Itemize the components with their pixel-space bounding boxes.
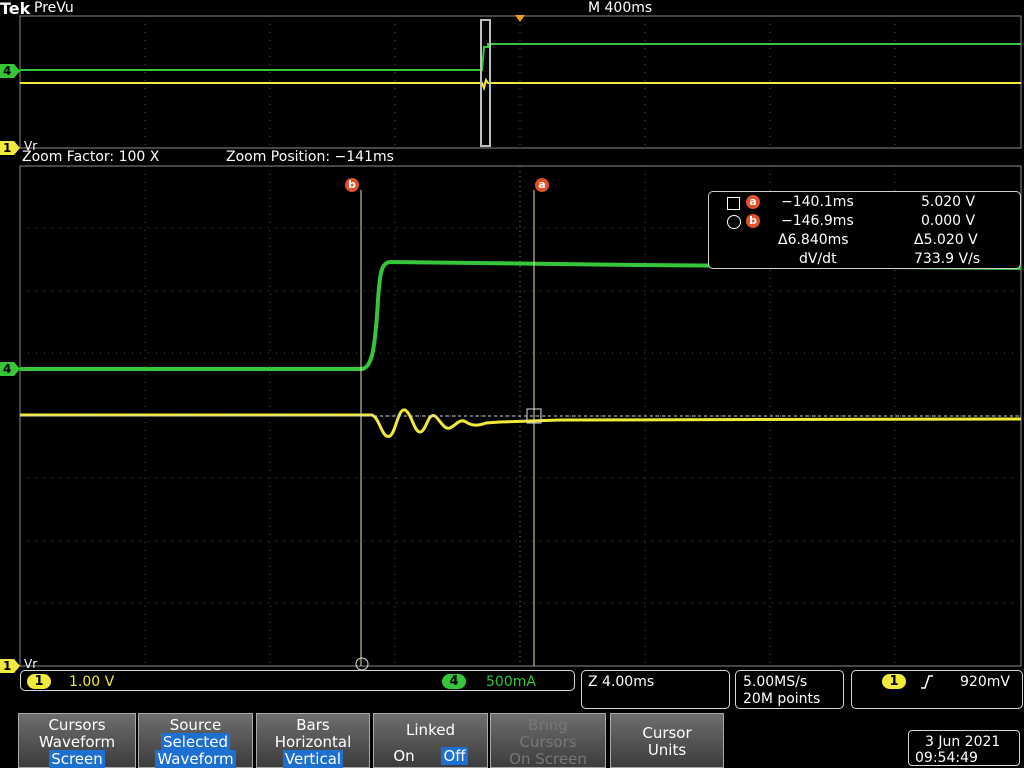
cursor-units-line2: Units (647, 741, 687, 759)
cursor-b-badge: b (746, 214, 760, 228)
scope-display (0, 15, 1022, 673)
bring-cursors-button[interactable]: Bring Cursors On Screen (490, 713, 606, 768)
linked-off-option: Off (441, 747, 468, 765)
sample-rate: 5.00MS/s (743, 674, 808, 690)
prevu-label: PreVu (34, 0, 74, 16)
trigger-level: 920mV (960, 674, 1010, 690)
cursor-b-time: −146.9ms (781, 213, 854, 229)
timebase-label: M 400ms (588, 0, 653, 16)
cursors-button-line2: Waveform (38, 733, 116, 751)
cursor-a-square-icon (727, 197, 740, 210)
ch1-overview-marker-label: 1 (3, 141, 12, 155)
cursors-button-title: Cursors (48, 716, 106, 734)
acquisition-box[interactable]: 5.00MS/s 20M points (735, 670, 844, 709)
record-length: 20M points (743, 691, 821, 707)
cursor-readout: a −140.1ms 5.020 V b −146.9ms 0.000 V Δ6… (708, 191, 1021, 269)
source-button-selected: Selected (160, 733, 231, 751)
ch4-badge: 4 (442, 674, 466, 689)
zoom-ref-label: Vr (24, 657, 38, 671)
source-button[interactable]: Source Selected Waveform (138, 713, 253, 768)
time-label: 09:54:49 (915, 750, 978, 766)
datetime-box: 3 Jun 2021 09:54:49 (908, 730, 1020, 766)
cursor-b-bottom-handle (355, 657, 369, 671)
delta-value: Δ5.020 V (914, 232, 978, 248)
rate-value: 733.9 V/s (914, 251, 981, 267)
ch1-zoom-marker-label: 1 (3, 659, 12, 673)
linked-on-option: On (393, 747, 415, 765)
cursor-b-handle[interactable]: b (345, 173, 359, 192)
rate-label: dV/dt (799, 251, 837, 267)
bring-cursors-line2: Cursors (519, 733, 577, 751)
source-button-line2: Waveform (155, 750, 236, 768)
delta-time: Δ6.840ms (778, 232, 849, 248)
trigger-source-badge: 1 (882, 674, 906, 689)
trigger-box[interactable]: 1 920mV (851, 670, 1023, 709)
bars-button[interactable]: Bars Horizontal Vertical (256, 713, 370, 768)
linked-button[interactable]: Linked On Off (373, 713, 488, 768)
cursor-units-button[interactable]: Cursor Units (610, 713, 724, 768)
brand-logo: Tek (0, 0, 31, 18)
cursor-a-time: −140.1ms (781, 194, 854, 210)
bring-cursors-line3: On Screen (509, 750, 587, 768)
source-button-title: Source (169, 716, 222, 734)
linked-button-title: Linked (406, 721, 455, 739)
zoom-factor-label: Zoom Factor: 100 X (22, 149, 160, 165)
ch4-scale: 500mA (486, 674, 536, 690)
zoom-scale-box[interactable]: Z 4.00ms (581, 670, 730, 709)
cursor-a-handle[interactable]: a (535, 173, 549, 192)
cursors-button-selected: Screen (49, 750, 105, 768)
cursor-a-badge: a (746, 195, 760, 209)
rising-edge-icon (921, 675, 933, 689)
zoom-position-label: Zoom Position: −141ms (226, 149, 394, 165)
ch1-badge: 1 (27, 674, 51, 689)
bars-button-title: Bars (296, 716, 330, 734)
overview-ch1-trace (20, 77, 1021, 92)
zoom-ch4-trace (20, 259, 1022, 371)
ch4-zoom-marker-label: 4 (3, 362, 12, 376)
zoom-ch1-trace (20, 408, 1022, 438)
cursor-b-value: 0.000 V (921, 213, 976, 229)
bars-button-selected: Vertical (282, 750, 344, 768)
ch4-overview-marker-label: 4 (3, 64, 12, 78)
channel-status-bar[interactable]: 1 1.00 V 4 500mA (20, 670, 575, 691)
cursor-a-value: 5.020 V (921, 194, 976, 210)
zoom-scale: Z 4.00ms (588, 674, 655, 690)
date-label: 3 Jun 2021 (925, 734, 1001, 750)
ch1-scale: 1.00 V (69, 674, 115, 690)
cursors-button[interactable]: Cursors Waveform Screen (18, 713, 136, 768)
bars-button-line2: Horizontal (274, 733, 352, 751)
cursor-units-line1: Cursor (642, 724, 692, 742)
trigger-position-marker (515, 15, 525, 22)
bring-cursors-line1: Bring (528, 716, 568, 734)
cursor-b-circle-icon (727, 215, 741, 229)
